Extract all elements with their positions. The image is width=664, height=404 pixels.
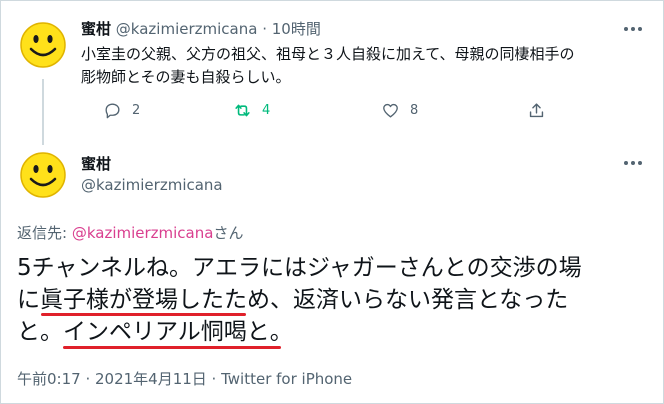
retweet-count: 4 bbox=[262, 103, 271, 118]
thread-connector-line bbox=[42, 79, 44, 145]
tweet1-action-bar: 2 4 8 bbox=[81, 101, 561, 125]
tweet-thread-screenshot: 蜜柑 @kazimierzmicana · 10時間 小室圭の父親、父方の祖父、… bbox=[0, 0, 664, 404]
share-icon bbox=[529, 103, 544, 118]
like-count: 8 bbox=[410, 103, 419, 118]
replying-to: 返信先: @kazimierzmicanaさん bbox=[17, 222, 243, 243]
tweet2-text: 5チャンネルね。アエラにはジャガーさんとの交渉の場 に眞子様が登場したため、返済… bbox=[17, 252, 657, 348]
tweet1-header: 蜜柑 @kazimierzmicana · 10時間 bbox=[81, 18, 321, 39]
tweet-time[interactable]: 10時間 bbox=[272, 20, 321, 38]
retweet-button[interactable]: 4 bbox=[233, 101, 270, 120]
tweet2-text-line: と。インペリアル恫喝と。 bbox=[17, 319, 293, 345]
smiley-avatar-icon bbox=[20, 152, 66, 198]
reply-bubble-icon bbox=[105, 103, 120, 119]
tweet1-text-line: 小室圭の父親、父方の祖父、祖母と３人自殺に加えて、母親の同棲相手の bbox=[81, 45, 575, 63]
tweet1-text-line: 彫物師とその妻も自殺らしい。 bbox=[81, 68, 291, 86]
handle[interactable]: @kazimierzmicana bbox=[81, 176, 223, 194]
reply-mention-link[interactable]: @kazimierzmicana bbox=[72, 224, 214, 242]
more-dots-icon bbox=[624, 161, 642, 165]
share-button[interactable] bbox=[527, 101, 546, 120]
display-name[interactable]: 蜜柑 bbox=[81, 20, 111, 38]
reply-prefix: 返信先: bbox=[17, 224, 72, 242]
avatar[interactable] bbox=[19, 21, 67, 69]
heart-icon bbox=[383, 103, 398, 118]
tweet1-text: 小室圭の父親、父方の祖父、祖母と３人自殺に加えて、母親の同棲相手の 彫物師とその… bbox=[81, 43, 641, 89]
separator-dot: · bbox=[257, 20, 272, 38]
display-name[interactable]: 蜜柑 bbox=[81, 153, 111, 174]
retweet-icon bbox=[235, 104, 250, 117]
smiley-avatar-icon bbox=[20, 22, 66, 68]
reply-suffix: さん bbox=[213, 224, 244, 242]
handle[interactable]: @kazimierzmicana bbox=[116, 20, 258, 38]
tweet-timestamp-source[interactable]: 午前0:17 · 2021年4月11日 · Twitter for iPhone bbox=[17, 368, 352, 389]
red-underline-annotation bbox=[41, 313, 246, 316]
more-options-button[interactable] bbox=[621, 153, 645, 173]
more-options-button[interactable] bbox=[621, 19, 645, 39]
tweet2-text-line: に眞子様が登場したため、返済いらない発言となった bbox=[17, 287, 569, 313]
more-dots-icon bbox=[624, 27, 642, 31]
red-underline-annotation bbox=[63, 346, 281, 349]
reply-button[interactable]: 2 bbox=[103, 101, 140, 120]
avatar[interactable] bbox=[19, 151, 67, 199]
reply-count: 2 bbox=[132, 103, 141, 118]
like-button[interactable]: 8 bbox=[381, 101, 418, 120]
tweet2-text-line: 5チャンネルね。アエラにはジャガーさんとの交渉の場 bbox=[17, 255, 582, 281]
